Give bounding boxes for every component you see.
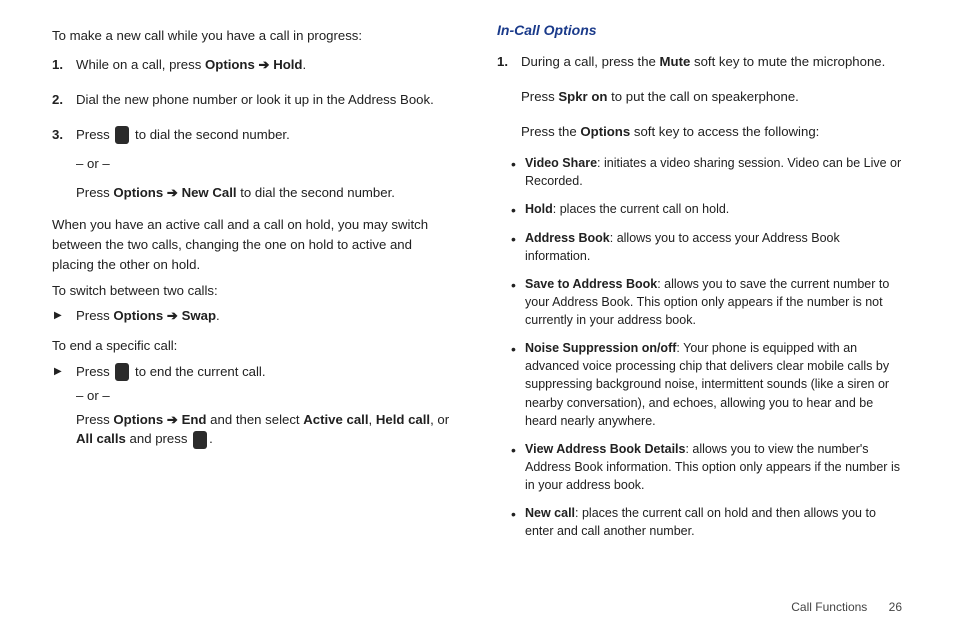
options-bullets: Video Share: initiates a video sharing s… bbox=[497, 154, 902, 540]
new-call-steps: 1. While on a call, press Options ➔ Hold… bbox=[52, 52, 457, 205]
switch-intro: When you have an active call and a call … bbox=[52, 215, 457, 274]
end-item-alt: Press Options ➔ End and then select Acti… bbox=[76, 410, 457, 450]
end-list: Press to end the current call. – or – Pr… bbox=[52, 362, 457, 449]
bullet-view-details: View Address Book Details: allows you to… bbox=[525, 440, 902, 494]
bullet-save-address-book: Save to Address Book: allows you to save… bbox=[525, 275, 902, 329]
ok-key-icon bbox=[193, 431, 207, 449]
step-3: 3. Press to dial the second number. – or… bbox=[76, 122, 457, 205]
bullet-noise-suppression: Noise Suppression on/off: Your phone is … bbox=[525, 339, 902, 430]
end-item: Press to end the current call. – or – Pr… bbox=[76, 362, 457, 449]
step-2: 2. Dial the new phone number or look it … bbox=[76, 87, 457, 112]
end-label: To end a specific call: bbox=[52, 336, 457, 356]
step-3-alt: Press Options ➔ New Call to dial the sec… bbox=[76, 180, 457, 205]
end-key-icon bbox=[115, 363, 129, 381]
swap-item: Press Options ➔ Swap. bbox=[76, 306, 457, 326]
bullet-video-share: Video Share: initiates a video sharing s… bbox=[525, 154, 902, 190]
right-column: In-Call Options 1. During a call, press … bbox=[497, 20, 902, 550]
options-line: Press the Options soft key to access the… bbox=[521, 119, 902, 144]
spkr-line: Press Spkr on to put the call on speaker… bbox=[521, 84, 902, 109]
page-number: 26 bbox=[889, 600, 902, 614]
send-key-icon bbox=[115, 126, 129, 144]
or-divider: – or – bbox=[76, 386, 457, 406]
section-heading: In-Call Options bbox=[497, 20, 902, 41]
intro-text: To make a new call while you have a call… bbox=[52, 26, 457, 46]
incall-steps: 1. During a call, press the Mute soft ke… bbox=[497, 49, 902, 144]
or-divider: – or – bbox=[76, 151, 457, 176]
footer-section: Call Functions bbox=[791, 600, 867, 614]
swap-list: Press Options ➔ Swap. bbox=[52, 306, 457, 326]
left-column: To make a new call while you have a call… bbox=[52, 20, 457, 550]
bullet-new-call: New call: places the current call on hol… bbox=[525, 504, 902, 540]
switch-label: To switch between two calls: bbox=[52, 281, 457, 301]
bullet-address-book: Address Book: allows you to access your … bbox=[525, 229, 902, 265]
page-footer: Call Functions 26 bbox=[791, 600, 902, 614]
incall-step-1: 1. During a call, press the Mute soft ke… bbox=[521, 49, 902, 144]
bullet-hold: Hold: places the current call on hold. bbox=[525, 200, 902, 218]
step-1: 1. While on a call, press Options ➔ Hold… bbox=[76, 52, 457, 77]
